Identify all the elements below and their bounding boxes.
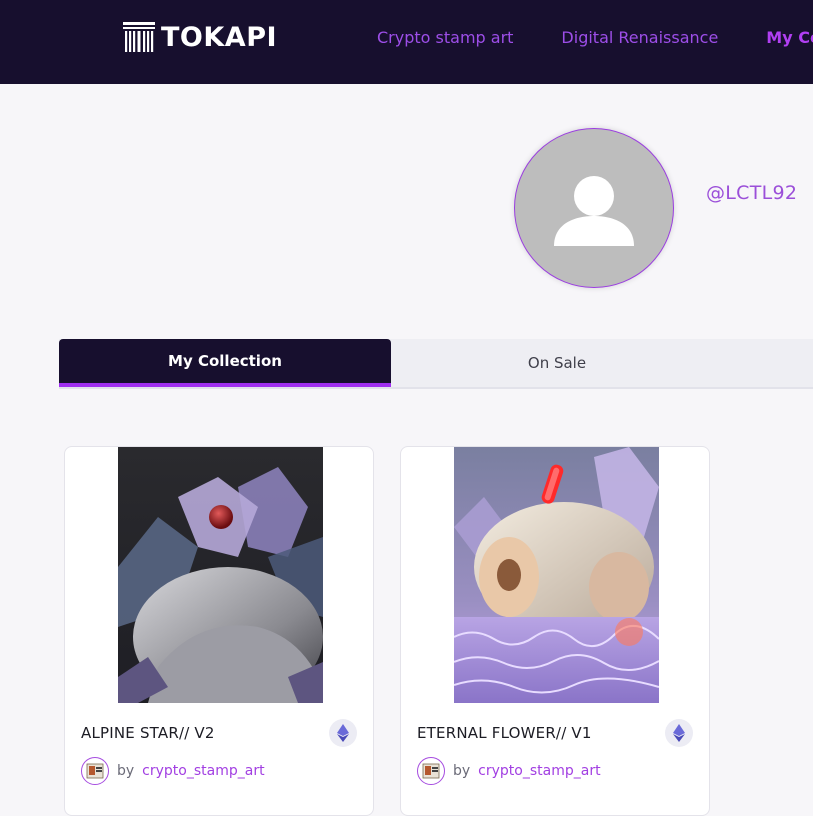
by-label: by	[117, 763, 135, 779]
nav-my-collection[interactable]: My Coll	[766, 28, 813, 47]
creator-link[interactable]: crypto_stamp_art	[478, 763, 600, 779]
logo-text: TOKAPI	[161, 21, 278, 53]
creator-avatar[interactable]	[81, 757, 109, 785]
profile-avatar	[514, 128, 674, 288]
collection-tabs: My Collection On Sale	[59, 339, 813, 389]
creator-info: by crypto_stamp_art	[81, 757, 265, 785]
user-placeholder-icon	[554, 176, 634, 246]
top-navigation-bar: TOKAPI Crypto stamp art Digital Renaissa…	[0, 0, 813, 84]
creator-avatar[interactable]	[417, 757, 445, 785]
nft-title: ETERNAL FLOWER// V1	[417, 724, 592, 742]
nft-card[interactable]: ETERNAL FLOWER// V1 by crypto_stamp_art	[400, 446, 710, 816]
nft-artwork-image[interactable]	[454, 447, 659, 703]
tab-on-sale[interactable]: On Sale	[391, 339, 723, 387]
profile-username: @LCTL92	[706, 182, 798, 204]
nft-artwork-image[interactable]	[118, 447, 323, 703]
ethereum-icon	[329, 719, 357, 747]
tab-my-collection[interactable]: My Collection	[59, 339, 391, 387]
nav-digital-renaissance[interactable]: Digital Renaissance	[561, 28, 718, 47]
ethereum-icon	[665, 719, 693, 747]
creator-link[interactable]: crypto_stamp_art	[142, 763, 264, 779]
nav-crypto-stamp-art[interactable]: Crypto stamp art	[377, 28, 513, 47]
nft-card[interactable]: ALPINE STAR// V2 by crypto_stamp_art	[64, 446, 374, 816]
tokapi-logo-mark-icon	[123, 22, 155, 52]
tokapi-logo[interactable]: TOKAPI	[123, 21, 278, 53]
creator-info: by crypto_stamp_art	[417, 757, 601, 785]
nft-title: ALPINE STAR// V2	[81, 724, 215, 742]
main-nav: Crypto stamp art Digital Renaissance My …	[377, 28, 813, 47]
by-label: by	[453, 763, 471, 779]
